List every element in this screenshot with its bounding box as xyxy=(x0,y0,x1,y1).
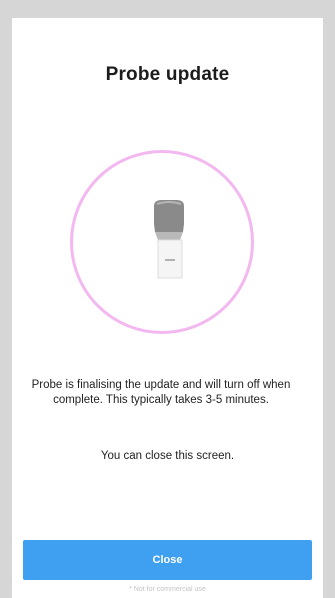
footnote: * Not for commercial use xyxy=(129,586,206,593)
update-status-message: Probe is finalising the update and will … xyxy=(31,379,291,406)
close-screen-note: You can close this screen. xyxy=(100,450,235,462)
page-title: Probe update xyxy=(105,64,230,85)
ultrasound-probe-icon xyxy=(154,200,184,279)
close-button[interactable]: Close xyxy=(23,540,312,580)
